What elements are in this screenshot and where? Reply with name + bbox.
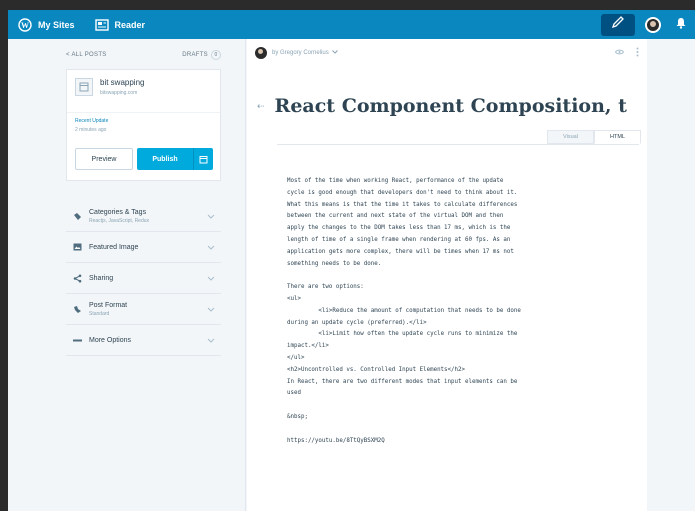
pencil-icon [611, 15, 625, 34]
site-url: bitswapping.com [100, 90, 138, 96]
folder-icon [72, 212, 82, 221]
post-title-input[interactable]: React Component Composition, t [275, 95, 627, 117]
sidebar-header: < ALL POSTS DRAFTS 0 [66, 49, 221, 61]
preview-button[interactable]: Preview [75, 148, 133, 170]
editor-toolbar: by Gregory Cornelius [255, 45, 639, 61]
site-info: bit swapping bitswapping.com [75, 78, 144, 96]
chevron-down-icon [205, 214, 217, 219]
editor-divider [277, 144, 639, 145]
site-icon [75, 78, 93, 96]
html-content-textarea[interactable]: Most of the time when working React, per… [287, 176, 619, 459]
accordion-categories-tags[interactable]: Categories & Tags Reactjs, JavaScript, R… [66, 201, 221, 232]
content-paragraph: There are two options: <ul> <li>Reduce t… [287, 284, 521, 397]
accordion-subtitle: Reactjs, JavaScript, Redux [89, 217, 150, 224]
accordion-label: Featured Image [89, 243, 139, 251]
accordion-more-options[interactable]: More Options [66, 325, 221, 356]
post-title-row: ⇠ React Component Composition, t [257, 93, 647, 119]
drafts-count-badge: 0 [211, 50, 221, 60]
accordion-label: Categories & Tags [89, 208, 147, 216]
user-avatar[interactable] [645, 16, 661, 33]
accordion-label: Post Format [89, 301, 128, 309]
tab-visual[interactable]: Visual [547, 130, 594, 144]
svg-text:W: W [21, 21, 29, 30]
content-paragraph: Most of the time when working React, per… [287, 178, 518, 267]
publish-label: Publish [152, 155, 178, 163]
publish-button[interactable]: Publish [137, 148, 213, 170]
chevron-down-icon [205, 307, 217, 312]
all-posts-link[interactable]: < ALL POSTS [66, 52, 107, 58]
accordion-post-format[interactable]: Post Format Standard [66, 294, 221, 325]
image-icon [72, 243, 82, 251]
content-paragraph: &nbsp; [287, 413, 308, 420]
schedule-calendar-icon[interactable] [193, 148, 213, 170]
editor-sidebar: < ALL POSTS DRAFTS 0 bit swapping bitswa… [8, 39, 246, 511]
accordion-sharing[interactable]: Sharing [66, 263, 221, 294]
drafts-button[interactable]: DRAFTS 0 [182, 50, 221, 60]
chevron-down-icon [205, 245, 217, 250]
accordion-label: Sharing [89, 274, 114, 282]
status-title[interactable]: Recent Update [75, 118, 108, 124]
reader-icon [94, 18, 109, 31]
share-icon [72, 274, 82, 283]
chevron-down-icon [205, 276, 217, 281]
format-icon [72, 305, 82, 314]
my-sites-label: My Sites [38, 19, 75, 30]
back-arrow-icon[interactable]: ⇠ [257, 101, 265, 112]
post-status: Recent Update 2 minutes ago [75, 118, 108, 133]
content-paragraph: https://youtu.be/8TtQyBSXM2Q [287, 437, 385, 444]
tab-html[interactable]: HTML [594, 130, 641, 144]
chevron-down-icon[interactable] [331, 50, 338, 56]
chevron-down-icon [205, 338, 217, 343]
drafts-label: DRAFTS [182, 52, 208, 58]
reader-link[interactable]: Reader [85, 10, 156, 39]
publish-card: bit swapping bitswapping.com Recent Upda… [66, 69, 221, 181]
more-icon [72, 339, 82, 342]
notifications-bell-icon[interactable] [675, 16, 687, 34]
wordpress-icon: W [18, 17, 32, 32]
accordion-label: More Options [89, 336, 132, 344]
eye-icon[interactable] [614, 49, 625, 57]
accordion-subtitle: Standard [89, 310, 110, 317]
masterbar: W My Sites Reader [8, 10, 695, 39]
card-divider [67, 112, 220, 113]
status-time: 2 minutes ago [75, 127, 107, 133]
write-button[interactable] [601, 13, 635, 36]
site-name: bit swapping [100, 78, 145, 87]
ellipsis-vertical-icon[interactable] [636, 47, 639, 59]
editor-mode-tabs: Visual HTML [547, 130, 641, 144]
app-frame: W My Sites Reader < ALL POSTS DRAFTS 0 b… [8, 10, 695, 511]
my-sites-link[interactable]: W My Sites [8, 10, 85, 39]
reader-label: Reader [114, 19, 146, 30]
author-avatar [255, 47, 267, 59]
author-selector[interactable]: by Gregory Cornelius [272, 50, 329, 56]
post-editor: by Gregory Cornelius ⇠ React Component C… [247, 39, 647, 511]
accordion-featured-image[interactable]: Featured Image [66, 232, 221, 263]
